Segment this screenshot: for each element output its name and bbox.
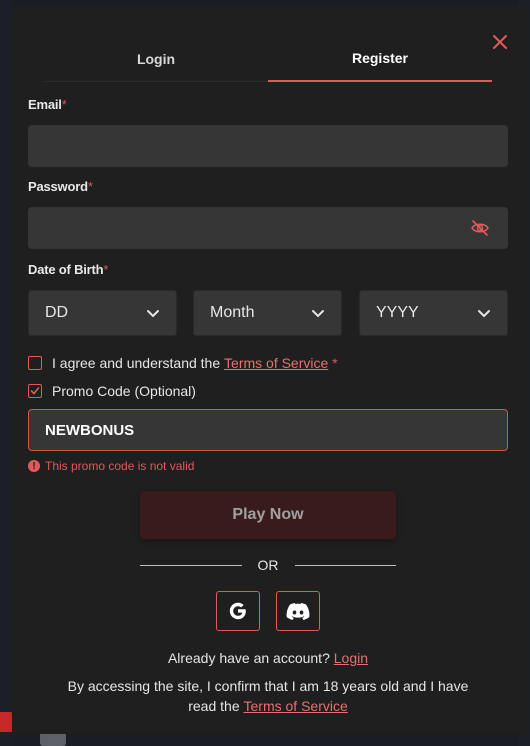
chevron-down-icon: [147, 310, 159, 318]
tab-register[interactable]: Register: [268, 36, 492, 82]
google-login-button[interactable]: [216, 591, 260, 631]
toggle-password-visibility[interactable]: [470, 218, 490, 238]
play-now-button[interactable]: Play Now: [140, 491, 396, 539]
terms-link[interactable]: Terms of Service: [224, 355, 328, 371]
year-select[interactable]: YYYY: [359, 290, 508, 336]
required-mark: *: [103, 262, 109, 277]
tab-login[interactable]: Login: [44, 36, 268, 82]
google-icon: [229, 602, 246, 620]
required-mark: *: [87, 179, 93, 194]
email-label: Email*: [28, 97, 67, 112]
alert-icon: !: [28, 460, 40, 472]
chevron-down-icon: [478, 310, 490, 318]
day-select-value: DD: [45, 304, 69, 321]
password-label: Password*: [28, 179, 93, 194]
auth-tabs: Login Register: [28, 36, 492, 82]
promo-row: Promo Code (Optional): [28, 383, 196, 399]
promo-code-input[interactable]: [28, 409, 508, 451]
divider-line: [140, 564, 242, 566]
promo-error: ! This promo code is not valid: [28, 459, 194, 473]
promo-error-text: This promo code is not valid: [45, 459, 195, 473]
footer-terms-link[interactable]: Terms of Service: [244, 698, 348, 714]
or-text: OR: [257, 557, 279, 573]
terms-text: I agree and understand the: [52, 355, 221, 371]
email-input[interactable]: [28, 125, 508, 167]
divider-line: [294, 564, 396, 566]
month-select-value: Month: [210, 304, 255, 321]
day-select[interactable]: DD: [28, 290, 177, 336]
eye-off-icon[interactable]: [470, 218, 490, 238]
chevron-down-icon: [312, 310, 324, 318]
year-select-value: YYYY: [376, 304, 419, 321]
or-divider: OR: [140, 557, 396, 573]
check-icon: [30, 387, 40, 395]
terms-checkbox[interactable]: [28, 356, 42, 370]
discord-login-button[interactable]: [276, 591, 320, 631]
discord-icon: [286, 603, 310, 620]
password-label-text: Password: [28, 179, 88, 194]
login-link[interactable]: Login: [334, 650, 368, 666]
promo-label: Promo Code (Optional): [52, 383, 196, 399]
terms-row: I agree and understand the Terms of Serv…: [28, 355, 338, 371]
required-mark: *: [332, 355, 338, 371]
password-input[interactable]: [28, 207, 508, 249]
have-account-text: Already have an account?: [167, 650, 330, 666]
dob-label-text: Date of Birth: [28, 262, 104, 277]
background-left-edge: [0, 0, 12, 746]
email-label-text: Email: [28, 97, 62, 112]
dob-label: Date of Birth*: [28, 262, 108, 277]
promo-checkbox[interactable]: [28, 384, 42, 398]
login-prompt: Already have an account? Login: [28, 648, 508, 668]
month-select[interactable]: Month: [193, 290, 342, 336]
required-mark: *: [61, 97, 67, 112]
close-icon[interactable]: [492, 34, 508, 50]
age-disclaimer: By accessing the site, I confirm that I …: [28, 676, 508, 716]
